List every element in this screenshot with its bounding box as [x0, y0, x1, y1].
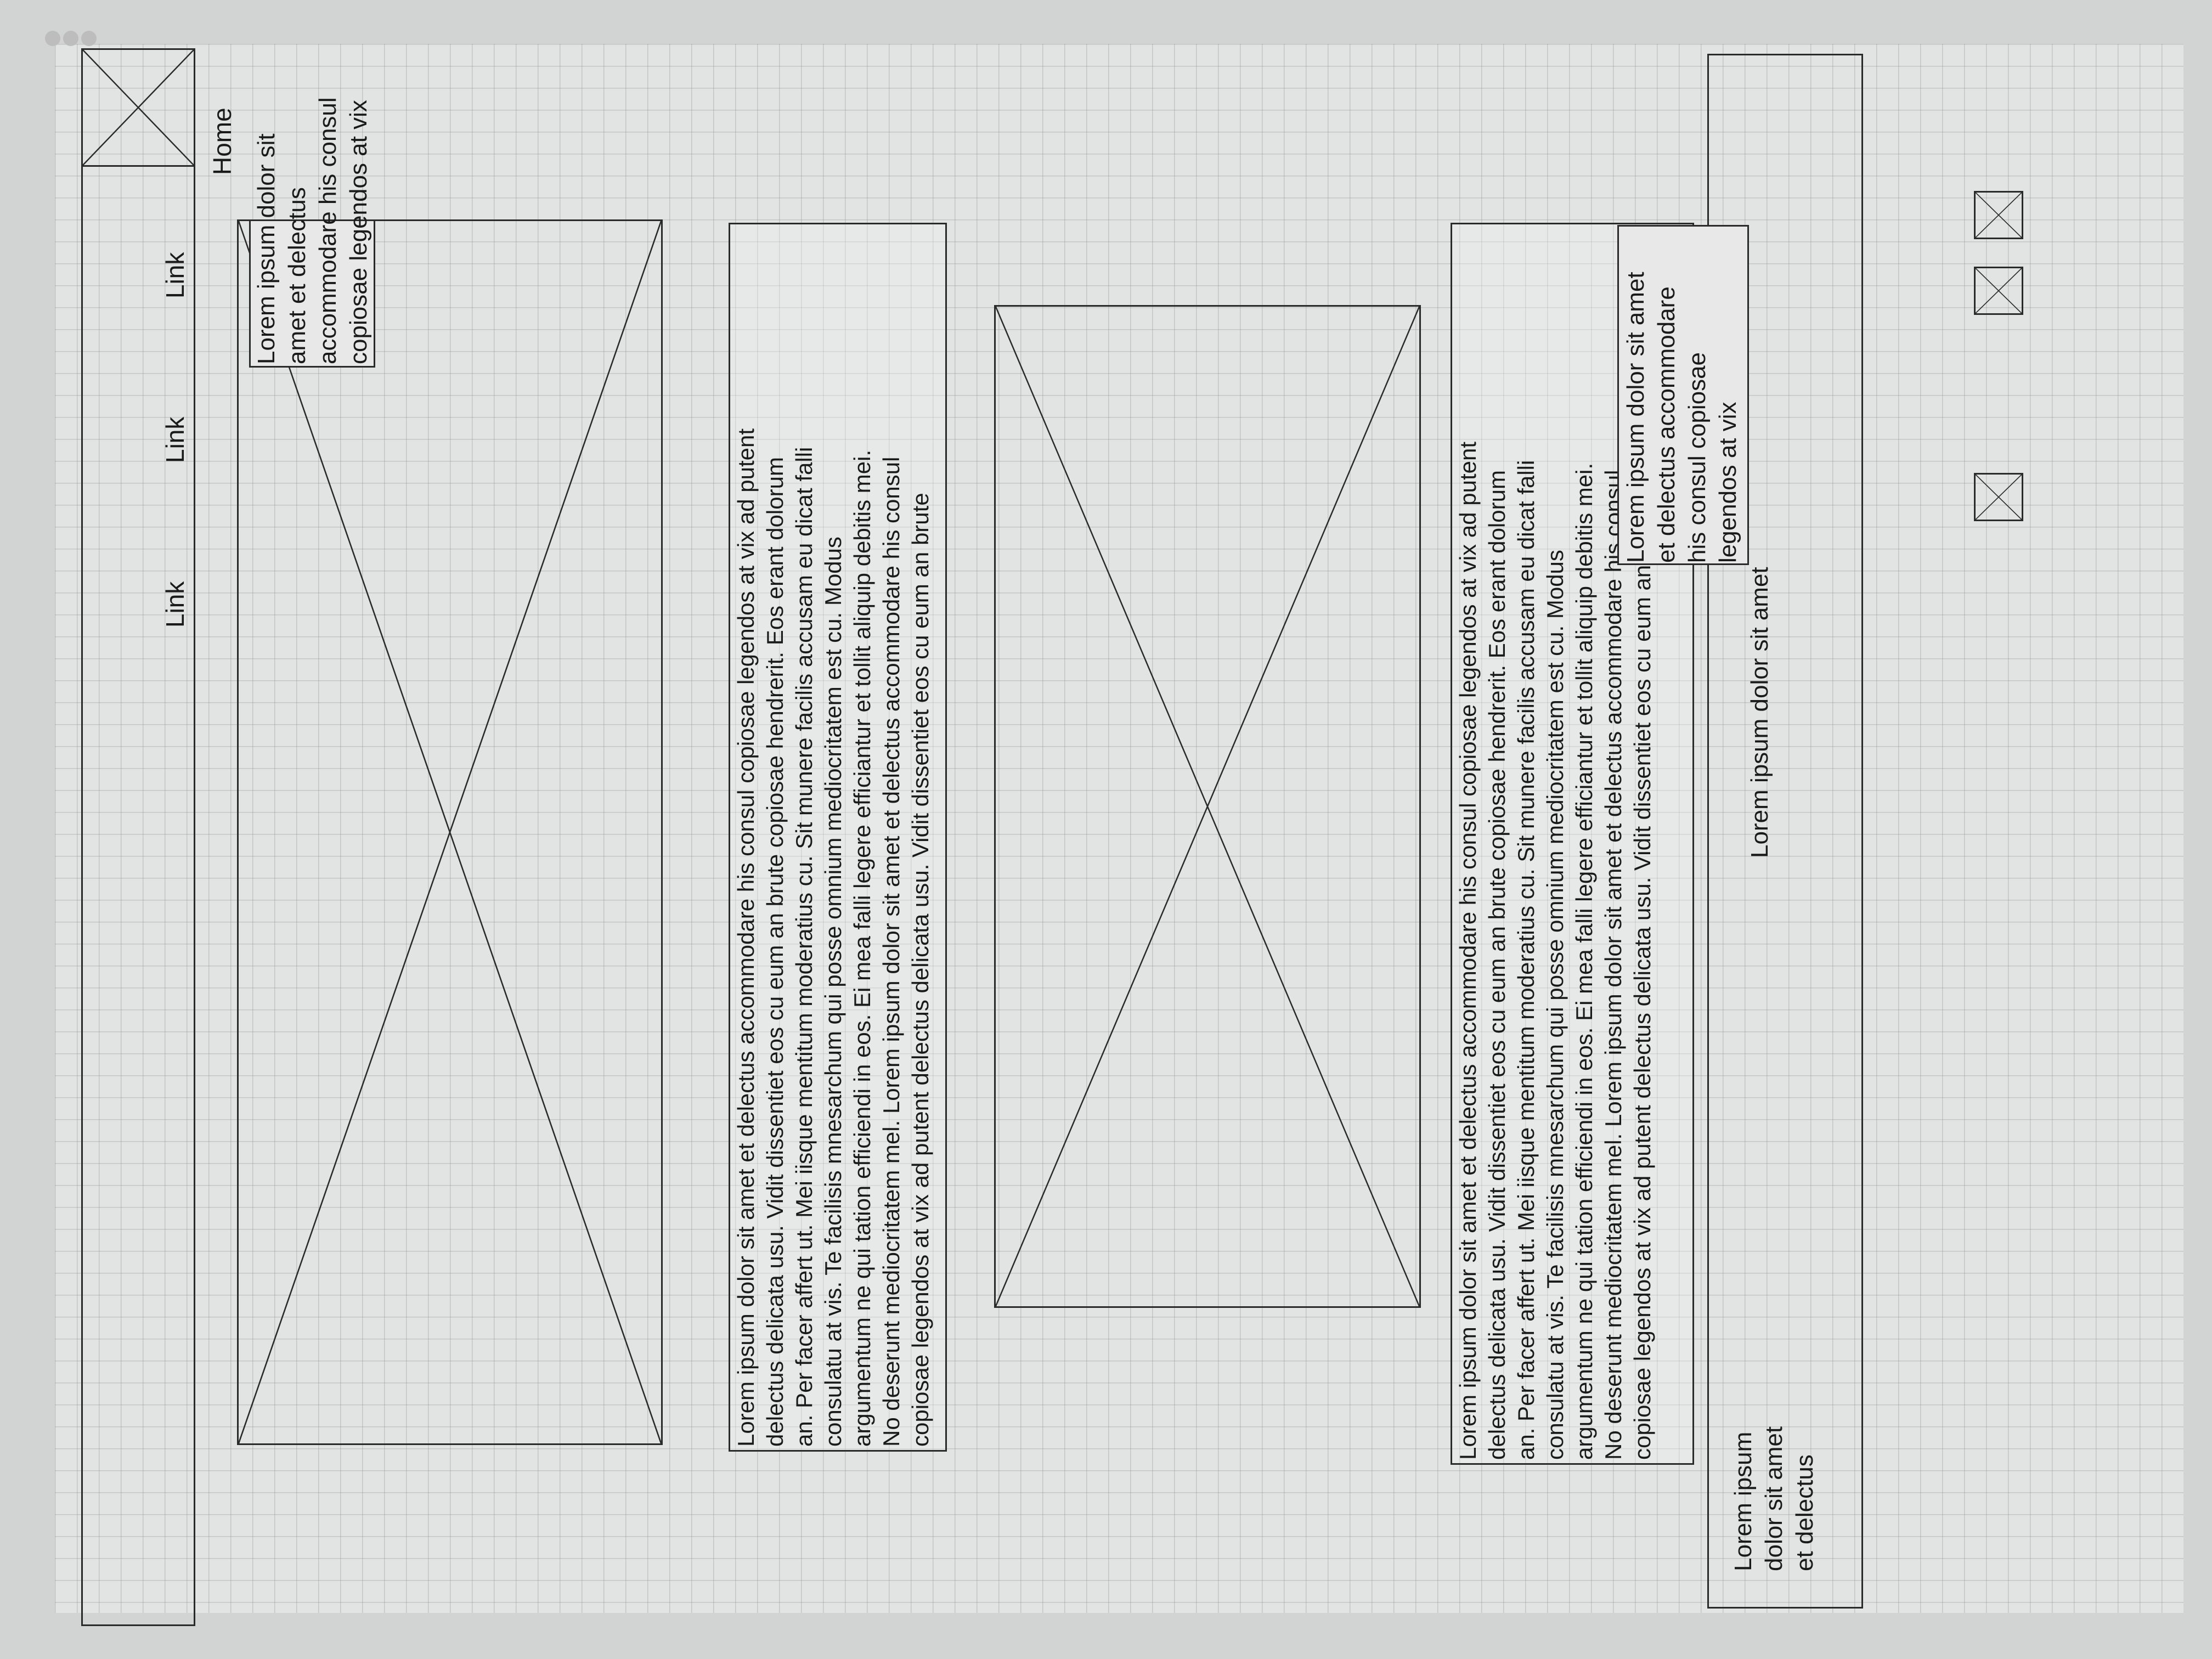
breadcrumb-home[interactable]: Home [207, 108, 237, 175]
nav-link-1[interactable]: Link [160, 252, 190, 298]
social-icon-1[interactable] [1974, 473, 2023, 521]
nav-link-3[interactable]: Link [160, 582, 190, 628]
hero-caption-right-label: Lorem ipsum dolor sit amet et delectus a… [1622, 272, 1741, 563]
content-image [994, 305, 1421, 1308]
footer-text-left: Lorem ipsum dolor sit amet et delectus [1730, 1426, 1818, 1571]
image-placeholder-icon [239, 221, 661, 1443]
social-icon-2[interactable] [1974, 267, 2023, 315]
window-dot [81, 31, 97, 46]
image-placeholder-icon [996, 307, 1419, 1306]
wireframe-page: Link Link Link Home Lorem ipsum dolor si… [0, 0, 2212, 1659]
logo-placeholder [81, 48, 195, 167]
hero-image [237, 219, 663, 1445]
nav-link-2[interactable]: Link [160, 417, 190, 463]
window-dot [63, 31, 78, 46]
social-icon-3[interactable] [1974, 191, 2023, 239]
image-placeholder-icon [1976, 475, 2022, 520]
image-placeholder-icon [1976, 193, 2022, 238]
image-placeholder-icon [83, 50, 194, 165]
hero-caption-left-text: Lorem ipsum dolor sit amet et delectus a… [253, 97, 372, 364]
image-placeholder-icon [1976, 268, 2022, 313]
window-dot [45, 31, 60, 46]
paragraph-1: Lorem ipsum dolor sit amet et delectus a… [729, 223, 947, 1452]
